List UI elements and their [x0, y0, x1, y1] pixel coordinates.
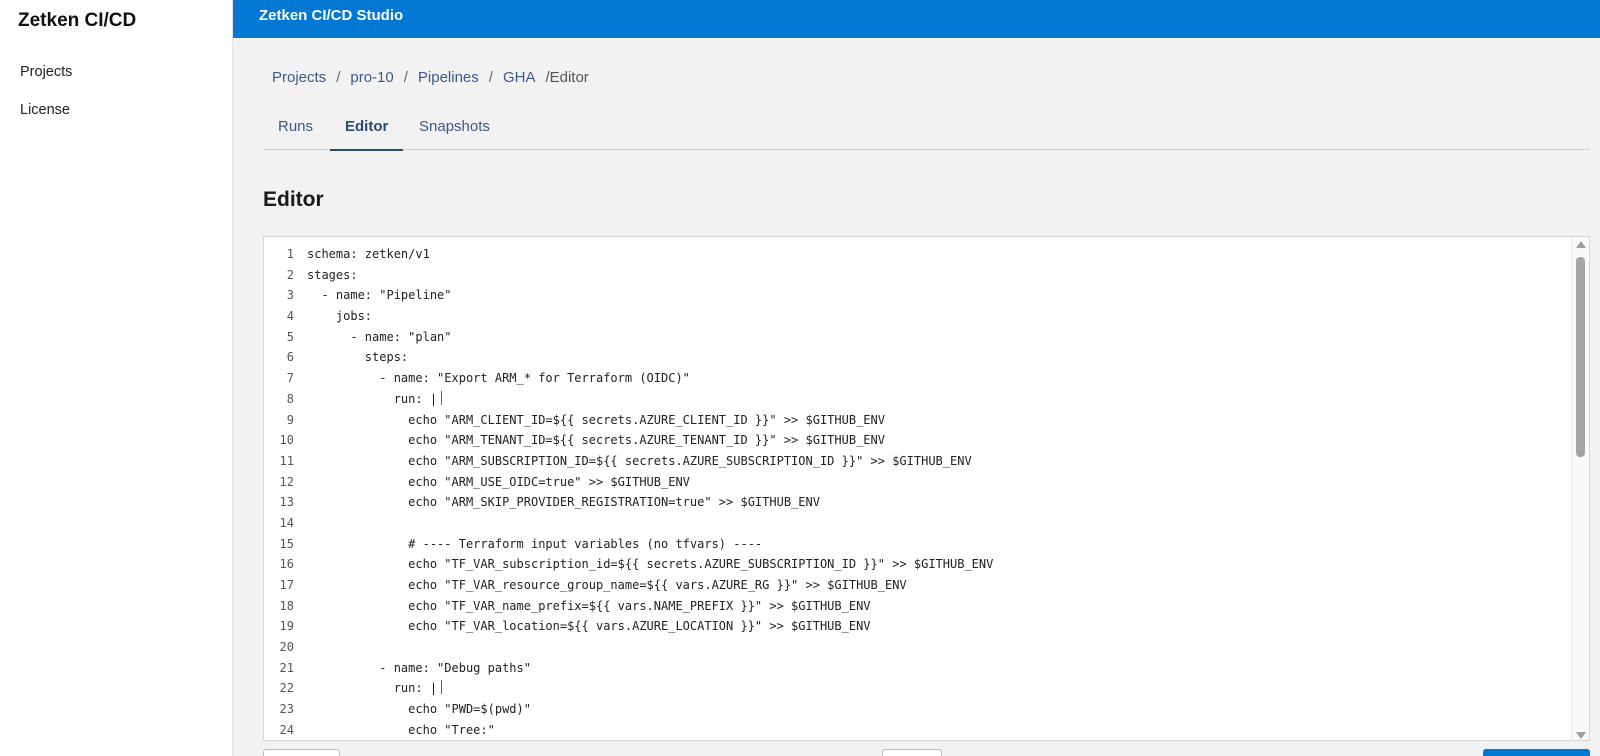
tab-runs[interactable]: Runs [263, 118, 328, 149]
line-number: 15 [279, 536, 294, 551]
line-number: 22 [279, 681, 294, 696]
line-number: 14 [279, 515, 294, 530]
line-number: 17 [279, 578, 294, 592]
tab-bar: Runs Editor Snapshots [263, 106, 1590, 151]
secondary-button[interactable] [882, 749, 942, 756]
breadcrumb-separator: / [403, 69, 408, 86]
code-line[interactable]: stages: [307, 265, 1559, 286]
line-number: 3 [286, 288, 294, 303]
line-number: 13 [279, 495, 294, 510]
breadcrumb-separator: / [488, 69, 493, 86]
top-bar: Zetken CI/CD Studio [233, 0, 1600, 38]
breadcrumb-projects[interactable]: Projects [272, 69, 326, 86]
scroll-down-arrow-icon[interactable] [1576, 732, 1586, 739]
scroll-up-arrow-icon[interactable] [1576, 241, 1586, 248]
code-line[interactable] [307, 637, 1559, 658]
line-number: 19 [279, 619, 294, 634]
breadcrumb-separator: / [336, 69, 341, 86]
code-line[interactable]: echo "ARM_SKIP_PROVIDER_REGISTRATION=tru… [307, 492, 1559, 513]
line-number: 18 [279, 598, 294, 613]
code-line[interactable]: schema: zetken/v1 [307, 244, 1559, 265]
code-line[interactable]: echo "ARM_TENANT_ID=${{ secrets.AZURE_TE… [307, 430, 1559, 451]
line-number: 6 [286, 350, 294, 365]
code-line[interactable]: echo "PWD=$(pwd)" [307, 699, 1559, 720]
code-line[interactable]: - name: "Export ARM_* for Terraform (OID… [307, 368, 1559, 389]
code-line[interactable]: echo "TF_VAR_resource_group_name=${{ var… [307, 575, 1559, 596]
line-number: 7 [286, 371, 294, 386]
breadcrumb: Projects / pro-10 / Pipelines / GHA/Editor [272, 69, 589, 86]
code-line[interactable]: jobs: [307, 306, 1559, 327]
code-line[interactable]: # ---- Terraform input variables (no tfv… [307, 534, 1559, 555]
sidebar-item-projects[interactable]: Projects [20, 64, 72, 80]
secondary-button[interactable] [263, 749, 340, 756]
editor-scrollbar[interactable] [1571, 237, 1589, 740]
code-line[interactable]: run: | [307, 389, 1559, 410]
line-number: 21 [279, 660, 294, 675]
code-line[interactable]: - name: "plan" [307, 327, 1559, 348]
line-number: 1 [286, 247, 294, 261]
code-line[interactable] [307, 513, 1559, 534]
sidebar-item-license[interactable]: License [20, 102, 70, 118]
brand-title: Zetken CI/CD [18, 10, 137, 31]
line-number: 4 [286, 309, 294, 324]
app-title: Zetken CI/CD Studio [259, 7, 404, 24]
tab-snapshots[interactable]: Snapshots [404, 118, 505, 149]
code-line[interactable]: echo "TF_VAR_subscription_id=${{ secrets… [307, 554, 1559, 575]
tab-editor[interactable]: Editor [330, 118, 404, 151]
line-number: 23 [279, 702, 294, 717]
line-number: 8 [286, 391, 294, 406]
breadcrumb-current: /Editor [545, 69, 589, 86]
breadcrumb-pipeline[interactable]: GHA [503, 69, 536, 86]
line-number: 20 [279, 640, 294, 655]
code-content[interactable]: schema: zetken/v1 stages: - name: "Pipeli… [307, 237, 1559, 740]
code-line[interactable]: - name: "Pipeline" [307, 285, 1559, 306]
breadcrumb-pipelines[interactable]: Pipelines [418, 69, 479, 86]
code-line[interactable]: echo "Tree:" [307, 720, 1559, 740]
code-editor[interactable]: 1 2 3 4 5 6 7 8 9 10 11 12 13 14 15 16 17 18 19 20 21 22 23 24 … [263, 236, 1590, 741]
primary-button[interactable] [1483, 749, 1590, 756]
code-line[interactable]: run: | [307, 678, 1559, 699]
page-title: Editor [263, 188, 324, 211]
sidebar: Zetken CI/CD Projects License [0, 0, 233, 756]
text-cursor [441, 680, 443, 695]
breadcrumb-project[interactable]: pro-10 [350, 69, 393, 86]
line-number: 24 [279, 722, 294, 737]
code-line[interactable]: echo "TF_VAR_location=${{ vars.AZURE_LOC… [307, 616, 1559, 637]
code-line[interactable]: echo "ARM_CLIENT_ID=${{ secrets.AZURE_CL… [307, 410, 1559, 431]
line-number: 9 [286, 412, 294, 427]
code-line[interactable]: echo "ARM_USE_OIDC=true" >> $GITHUB_ENV [307, 472, 1559, 493]
text-cursor [441, 390, 443, 405]
line-number: 12 [279, 474, 294, 489]
line-number-gutter: 1 2 3 4 5 6 7 8 9 10 11 12 13 14 15 16 17 18 19 20 21 22 23 24 [264, 237, 294, 740]
line-number: 5 [286, 329, 294, 344]
line-number: 11 [279, 453, 294, 468]
line-number: 2 [286, 267, 294, 282]
line-number: 10 [279, 433, 294, 448]
code-line[interactable]: steps: [307, 347, 1559, 368]
code-line[interactable]: echo "ARM_SUBSCRIPTION_ID=${{ secrets.AZ… [307, 451, 1559, 472]
code-line[interactable]: - name: "Debug paths" [307, 658, 1559, 679]
scrollbar-thumb[interactable] [1576, 257, 1585, 457]
line-number: 16 [279, 557, 294, 572]
code-line[interactable]: echo "TF_VAR_name_prefix=${{ vars.NAME_P… [307, 596, 1559, 617]
